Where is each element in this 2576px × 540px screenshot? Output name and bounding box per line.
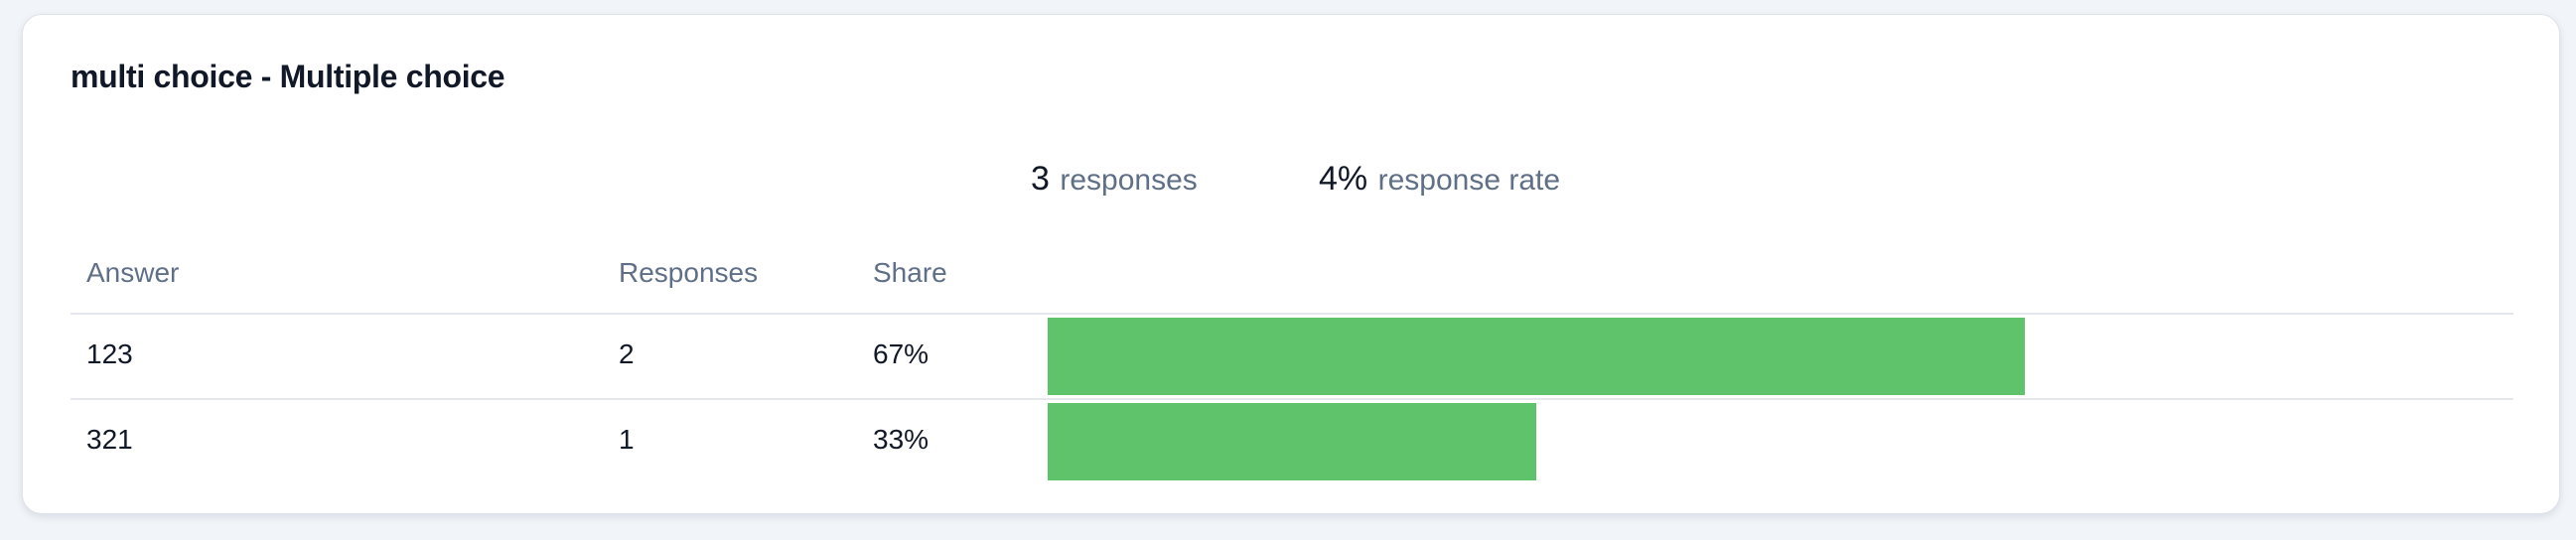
- table-row: 321 1 33%: [71, 400, 2513, 483]
- header-answer: Answer: [86, 257, 180, 288]
- header-share: Share: [873, 257, 947, 288]
- stats-bar: 3 responses 4% response rate: [23, 160, 2559, 209]
- question-title: multi choice - Multiple choice: [71, 59, 505, 94]
- header-responses: Responses: [619, 257, 759, 288]
- table-row: 123 2 67%: [71, 315, 2513, 400]
- responses-count: 3: [1031, 160, 1050, 198]
- answer-cell: 123: [86, 338, 133, 369]
- responses-label: responses: [1060, 164, 1198, 197]
- answer-cell: 321: [86, 424, 133, 455]
- responses-cell: 2: [619, 338, 635, 369]
- share-cell: 67%: [873, 338, 930, 369]
- responses-stat: 3 responses: [1031, 160, 1198, 199]
- question-summary-card: multi choice - Multiple choice 3 respons…: [22, 14, 2560, 514]
- response-rate-value: 4%: [1319, 160, 1368, 198]
- share-cell: 33%: [873, 424, 930, 455]
- table-header: Answer Responses Share: [71, 243, 2513, 315]
- response-rate-stat: 4% response rate: [1319, 160, 1560, 199]
- response-rate-label: response rate: [1377, 164, 1561, 197]
- share-bar: [1048, 318, 2025, 395]
- share-bar: [1048, 403, 1536, 480]
- answers-table: Answer Responses Share 123 2 67% 321 1 3…: [71, 243, 2513, 483]
- share-bar-track: [1048, 318, 2513, 395]
- responses-cell: 1: [619, 424, 635, 455]
- share-bar-track: [1048, 403, 2513, 480]
